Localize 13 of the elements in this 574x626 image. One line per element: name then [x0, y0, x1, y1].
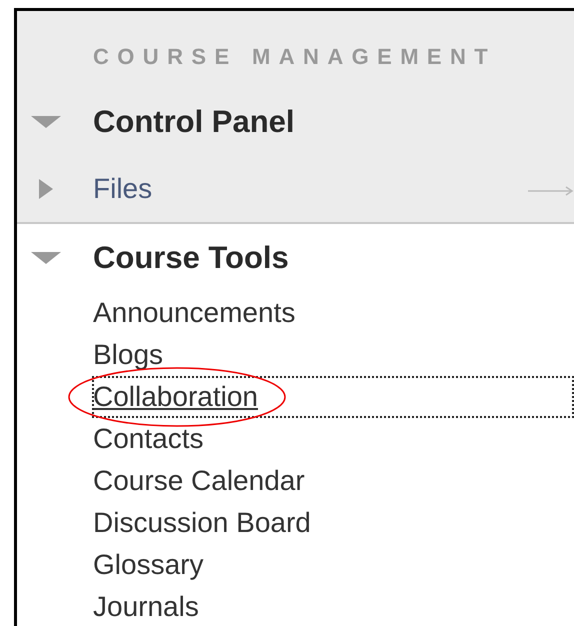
menu-link[interactable]: Journals	[92, 586, 574, 626]
section-heading[interactable]: Control Panel	[93, 104, 295, 140]
menu-link[interactable]: Collaboration	[92, 376, 574, 418]
menu-link[interactable]: Files	[93, 173, 152, 205]
menu-link[interactable]: Glossary	[92, 544, 574, 586]
menu-link[interactable]: Course Calendar	[92, 460, 574, 502]
arrow-icon	[528, 186, 574, 196]
menu-link[interactable]: Contacts	[92, 418, 574, 460]
menu-link[interactable]: Discussion Board	[92, 502, 574, 544]
menu-link[interactable]: Announcements	[92, 292, 574, 334]
section-title: COURSE MANAGEMENT	[92, 44, 498, 71]
section-heading[interactable]: Course Tools	[93, 240, 289, 276]
menu-link[interactable]: Blogs	[92, 334, 574, 376]
